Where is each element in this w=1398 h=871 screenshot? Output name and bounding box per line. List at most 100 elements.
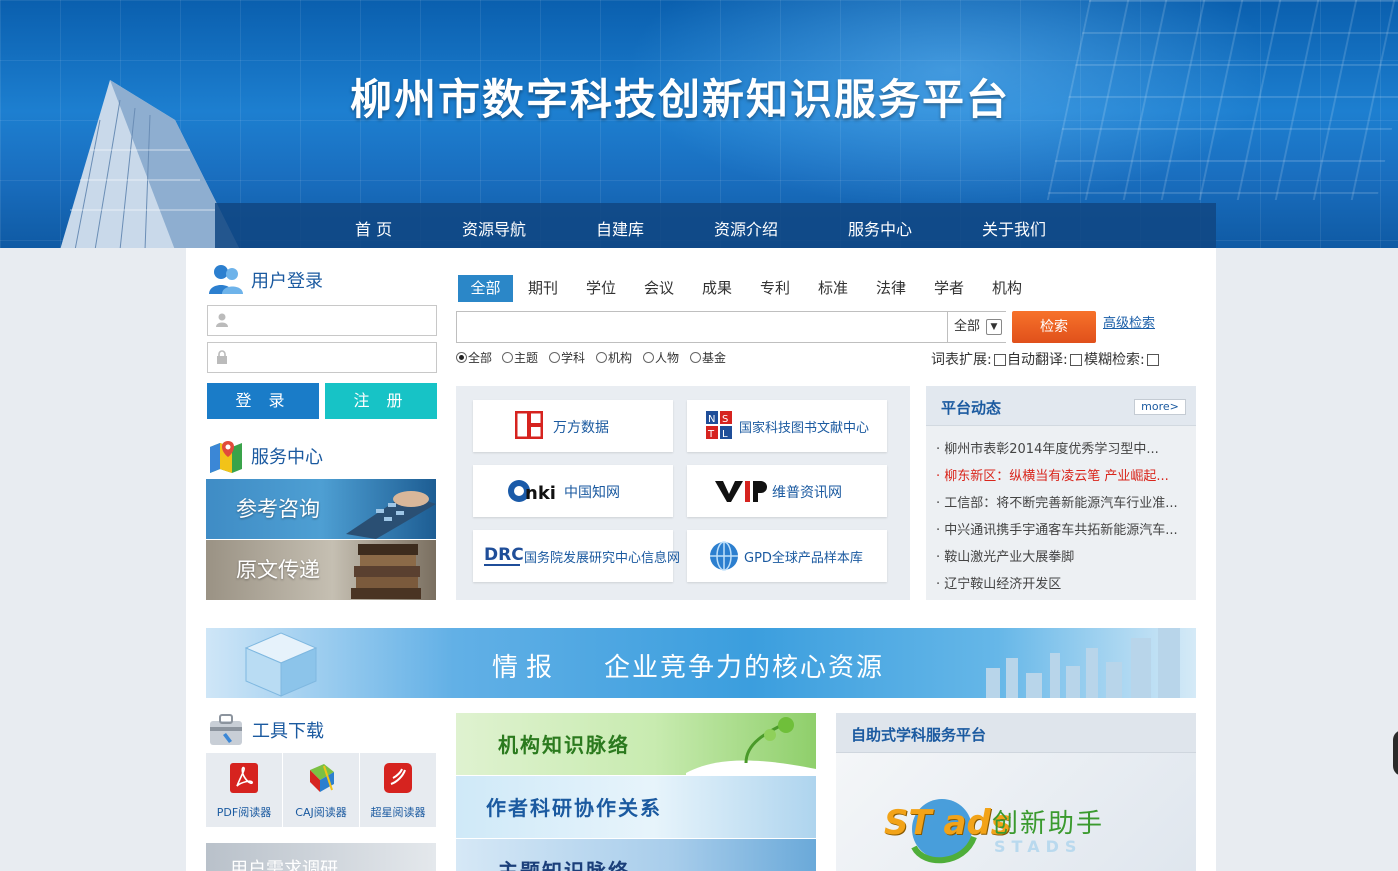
topic-knowledge-banner[interactable]: 主题知识脉络 [456,839,816,871]
superstar-reader-download[interactable]: 超星阅读器 [360,753,436,827]
user-survey-banner[interactable]: 用户需求调研 [206,843,436,871]
header-glass-panels [1046,0,1398,200]
tab-institution[interactable]: 机构 [992,275,1022,302]
nav-resource-navigation[interactable]: 资源导航 [462,216,526,240]
search-input[interactable] [456,311,1006,343]
tab-all[interactable]: 全部 [458,275,513,302]
fuzzy-search-checkbox[interactable]: 模糊检索: [1084,349,1159,369]
auto-translate-checkbox[interactable]: 自动翻译: [1007,349,1082,369]
news-item[interactable]: · 中兴通讯携手宇通客车共拓新能源汽车... [936,519,1186,538]
svg-text:DRC: DRC [484,545,523,565]
tab-journal[interactable]: 期刊 [528,275,558,302]
advanced-search-link[interactable]: 高级检索 [1103,312,1155,331]
radio-icon [502,352,513,363]
tools-grid: PDF阅读器 CAJ阅读器 超星阅读器 [206,753,436,827]
radio-label: 学科 [561,351,586,365]
author-collaboration-banner[interactable]: 作者科研协作关系 [456,776,816,838]
db-label: 维普资讯网 [772,485,842,501]
document-delivery-banner[interactable]: 原文传递 [206,540,436,600]
svg-text:N: N [708,414,715,425]
db-wanfang[interactable]: 万方数据 [473,400,673,452]
radio-icon [643,352,654,363]
tab-law[interactable]: 法律 [876,275,906,302]
site-header: 柳州市数字科技创新知识服务平台 首 页 资源导航 自建库 资源介绍 服务中心 关… [0,0,1398,248]
ad-text-slogan: 企业竞争力的核心资源 [604,653,885,683]
intelligence-ad-banner[interactable]: 情报 企业竞争力的核心资源 [206,628,1196,698]
radio-label: 主题 [514,351,539,365]
db-label: 国务院发展研究中心信息网 [524,551,681,566]
tab-scholar[interactable]: 学者 [934,275,964,302]
ad-text-intelligence: 情报 [492,653,561,683]
reference-consult-banner[interactable]: 参考咨询 [206,479,436,539]
nav-self-built-db[interactable]: 自建库 [596,216,644,240]
radio-fund[interactable]: 基金 [690,349,726,366]
topic-knowledge-label: 主题知识脉络 [498,859,630,871]
nav-resource-intro[interactable]: 资源介绍 [714,216,778,240]
user-survey-label: 用户需求调研 [230,859,338,871]
institution-knowledge-banner[interactable]: 机构知识脉络 [456,713,816,775]
superstar-icon [384,763,412,793]
stads-banner[interactable]: ST ads 创新助手 STADS [836,753,1196,871]
nav-home[interactable]: 首 页 [355,216,392,240]
news-item[interactable]: · 工信部：将不断完善新能源汽车行业准... [936,492,1186,511]
radio-all[interactable]: 全部 [456,349,492,366]
thesaurus-expand-checkbox[interactable]: 词表扩展: [931,349,1006,369]
tab-degree[interactable]: 学位 [586,275,616,302]
self-service-header: 自助式学科服务平台 [836,713,1196,753]
db-cnki[interactable]: nki 中国知网 [473,465,673,517]
search-scope-select[interactable]: 全部 ▼ [947,312,1006,342]
lock-icon [217,350,227,364]
tools-title: 工具下载 [252,721,324,742]
password-field[interactable] [207,342,437,373]
db-vip[interactable]: 维普资讯网 [687,465,887,517]
books-stack-image [351,544,421,599]
caj-icon [310,764,334,792]
news-item[interactable]: · 鞍山激光产业大展拳脚 [936,546,1186,565]
news-item[interactable]: · 柳东新区：纵横当有凌云笔 产业崛起... [936,465,1186,484]
toolbox-icon [210,714,242,745]
institution-knowledge-label: 机构知识脉络 [498,733,630,757]
pdf-reader-download[interactable]: PDF阅读器 [206,753,282,827]
search-button[interactable]: 检索 [1012,311,1096,343]
stads-brand-english: STADS [994,837,1083,856]
register-button[interactable]: 注 册 [325,383,437,419]
db-drc[interactable]: DRC 国务院发展研究中心信息网 [473,530,680,582]
radio-label: 基金 [702,351,727,365]
drc-logo-icon: DRC [484,545,523,566]
nav-service-center[interactable]: 服务中心 [848,216,912,240]
news-more-link[interactable]: more> [1134,399,1186,415]
side-scroll-handle[interactable] [1393,730,1398,776]
self-service-panel: 自助式学科服务平台 ST ads 创新助手 STADS [836,713,1196,871]
caj-reader-download[interactable]: CAJ阅读器 [283,753,359,827]
user-group-icon [209,265,243,294]
search-scope-value: 全部 [954,319,981,334]
tool-label: CAJ阅读器 [295,806,347,819]
news-item[interactable]: · 柳州市表彰2014年度优秀学习型中... [936,438,1186,457]
username-field[interactable] [207,305,437,336]
vip-logo-icon [715,481,767,502]
tab-achievement[interactable]: 成果 [702,275,732,302]
radio-label: 人物 [655,351,680,365]
db-gpd[interactable]: GPD全球产品样本库 [687,530,887,582]
tab-conference[interactable]: 会议 [644,275,674,302]
city-skyline-image [986,628,1180,698]
checkbox-label: 自动翻译: [1007,352,1068,368]
globe-icon [710,541,738,571]
news-item[interactable]: · 辽宁鞍山经济开发区 [936,573,1186,592]
radio-label: 机构 [608,351,633,365]
tab-patent[interactable]: 专利 [760,275,790,302]
svg-text:L: L [722,429,728,440]
radio-person[interactable]: 人物 [643,349,679,366]
radio-icon [549,352,560,363]
db-nstl[interactable]: NS TL 国家科技图书文献中心 [687,400,887,452]
login-button[interactable]: 登 录 [207,383,319,419]
radio-subject[interactable]: 学科 [549,349,585,366]
user-icon [216,313,228,327]
tab-standard[interactable]: 标准 [818,275,848,302]
nav-about-us[interactable]: 关于我们 [982,216,1046,240]
radio-topic[interactable]: 主题 [502,349,538,366]
keyboard-image [346,491,436,539]
author-collaboration-label: 作者科研协作关系 [486,796,662,820]
radio-institution[interactable]: 机构 [596,349,632,366]
radio-label: 全部 [468,351,493,365]
